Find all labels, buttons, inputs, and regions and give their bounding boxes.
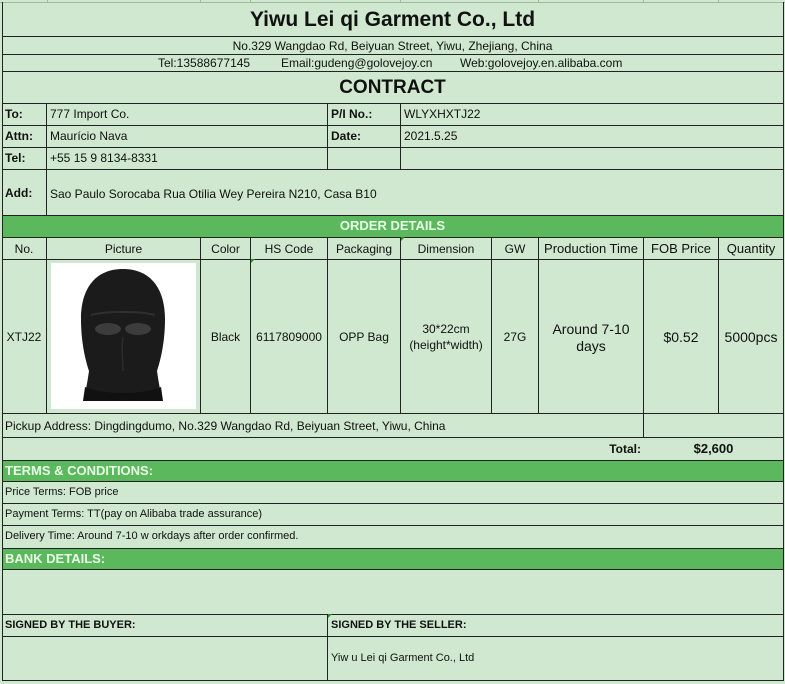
total-label: Total:: [609, 442, 641, 456]
date-label: Date:: [331, 129, 362, 143]
bank-details-title: BANK DETAILS:: [5, 551, 106, 566]
to-value: 777 Import Co.: [50, 107, 130, 121]
row-fob-price: $0.52: [663, 329, 699, 345]
payment-terms: Payment Terms: TT(pay on Alibaba trade a…: [5, 508, 262, 520]
pi-label: P/I No.:: [331, 107, 373, 121]
row-dimension-size: 30*22cm: [422, 322, 470, 336]
col-production-time: Production Time: [544, 241, 638, 256]
col-gw: GW: [504, 242, 526, 256]
col-fob-price: FOB Price: [651, 241, 711, 256]
bank-band: [2, 548, 783, 569]
company-name: Yiwu Lei qi Garment Co., Ltd: [249, 8, 536, 31]
col-packaging: Packaging: [335, 242, 393, 256]
pickup-address: Pickup Address: Dingdingdumo, No.329 Wan…: [5, 419, 446, 433]
buyer-signature-label: SIGNED BY THE BUYER:: [5, 619, 136, 631]
col-hs-code: HS Code: [264, 242, 314, 256]
cell-marker: [401, 237, 405, 241]
balaclava-mask-icon: [81, 269, 165, 401]
cell-marker: [328, 614, 332, 618]
row-dimension-note: (height*width): [409, 338, 483, 352]
cell-marker: [251, 259, 255, 263]
address-label: Add:: [5, 186, 33, 200]
row-color: Black: [210, 330, 241, 344]
product-picture: [51, 263, 196, 409]
date-value: 2021.5.25: [404, 129, 458, 143]
row-production-line1: Around 7-10: [552, 321, 630, 337]
address-value: Sao Paulo Sorocaba Rua Otilia Wey Pereir…: [50, 187, 377, 201]
total-value: $2,600: [693, 441, 734, 456]
seller-name: Yiw u Lei qi Garment Co., Ltd: [331, 652, 475, 664]
pi-value: WLYXHXTJ22: [404, 107, 481, 121]
attn-label: Attn:: [5, 129, 33, 143]
terms-title: TERMS & CONDITIONS:: [5, 463, 154, 478]
tel-value: +55 15 9 8134-8331: [50, 151, 158, 165]
price-terms: Price Terms: FOB price: [5, 486, 119, 498]
delivery-time: Delivery Time: Around 7-10 w orkdays aft…: [5, 530, 299, 542]
company-tel: Tel:13588677145: [158, 56, 251, 70]
company-web: Web:golovejoy.en.alibaba.com: [460, 56, 623, 70]
col-quantity: Quantity: [726, 241, 776, 256]
col-color: Color: [211, 242, 240, 256]
col-dimension: Dimension: [417, 242, 475, 256]
company-email: Email:gudeng@golovejoy.cn: [281, 56, 433, 70]
row-packaging: OPP Bag: [339, 330, 389, 344]
order-details-title: ORDER DETAILS: [339, 218, 446, 233]
row-quantity: 5000pcs: [724, 329, 778, 345]
row-no: XTJ22: [6, 330, 42, 344]
row-hs-code: 6117809000: [256, 330, 322, 344]
col-no: No.: [14, 242, 34, 256]
row-production-line2: days: [576, 338, 606, 354]
tel-label: Tel:: [5, 151, 26, 165]
col-picture: Picture: [104, 242, 143, 256]
document-title: CONTRACT: [339, 77, 446, 98]
attn-value: Maurício Nava: [50, 129, 128, 143]
company-address: No.329 Wangdao Rd, Beiyuan Street, Yiwu,…: [232, 39, 553, 53]
seller-signature-label: SIGNED BY THE SELLER:: [331, 619, 467, 631]
row-gw: 27G: [503, 330, 527, 344]
to-label: To:: [5, 107, 23, 121]
contract-sheet: { "header": { "company": "Yiwu Lei qi Ga…: [0, 0, 785, 684]
